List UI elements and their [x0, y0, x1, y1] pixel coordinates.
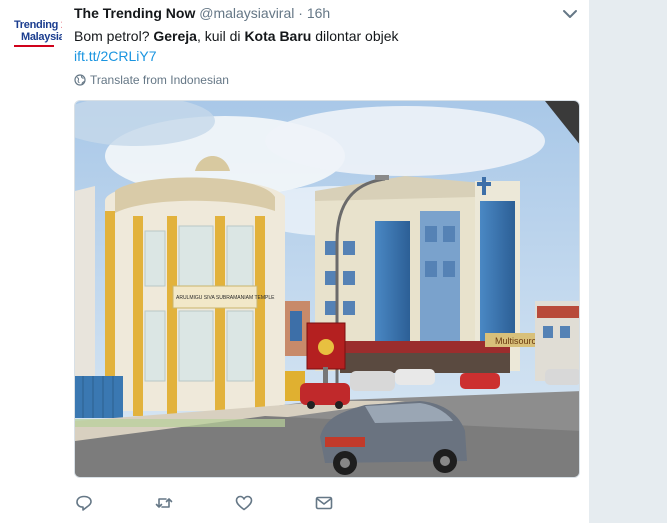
tweet-text: Bom petrol? Gereja, kuil di Kota Baru di… — [74, 28, 399, 44]
envelope-icon — [315, 496, 333, 510]
chevron-down-icon — [563, 10, 577, 18]
globe-icon — [74, 74, 86, 86]
temple-banner-text: ARULMIGU SIVA SUBRAMANIAM TEMPLE — [176, 295, 275, 301]
heart-icon — [235, 495, 253, 511]
translate-label[interactable]: Translate from Indonesian — [90, 73, 229, 87]
street-photo: Multisource ARULMIGU SIVA SUBRAMANIAM TE… — [75, 101, 579, 477]
reply-icon — [76, 495, 92, 511]
like-button[interactable] — [234, 493, 254, 513]
reply-button[interactable] — [74, 493, 94, 513]
more-options-button[interactable] — [561, 6, 579, 22]
tweet-header: The Trending Now @malaysiaviral · 16h — [74, 5, 330, 21]
account-handle[interactable]: @malaysiaviral — [199, 5, 294, 21]
avatar-logo-line2: Malaysia — [21, 31, 62, 43]
hashtag-gereja: Gereja — [153, 28, 197, 44]
tweet-media-photo[interactable]: Multisource ARULMIGU SIVA SUBRAMANIAM TE… — [74, 100, 580, 478]
retweet-button[interactable] — [154, 493, 174, 513]
account-name[interactable]: The Trending Now — [74, 5, 195, 21]
separator-dot: · — [298, 5, 303, 21]
tweet-link[interactable]: ift.tt/2CRLiY7 — [74, 46, 156, 66]
tweet-card[interactable]: Trending 1 Malaysia The Trending Now @ma… — [0, 0, 590, 523]
tweet-timestamp[interactable]: 16h — [307, 5, 330, 21]
avatar-logo-line1: Trending 1 — [14, 19, 62, 31]
avatar[interactable]: Trending 1 Malaysia — [12, 16, 62, 60]
hashtag-kota-baru: Kota Baru — [244, 28, 312, 44]
direct-message-button[interactable] — [314, 493, 334, 513]
shop-sign-text: Multisource — [495, 336, 541, 346]
translate-link[interactable]: Translate from Indonesian — [74, 73, 229, 87]
avatar-logo-underline — [14, 45, 54, 47]
retweet-icon — [155, 498, 173, 508]
